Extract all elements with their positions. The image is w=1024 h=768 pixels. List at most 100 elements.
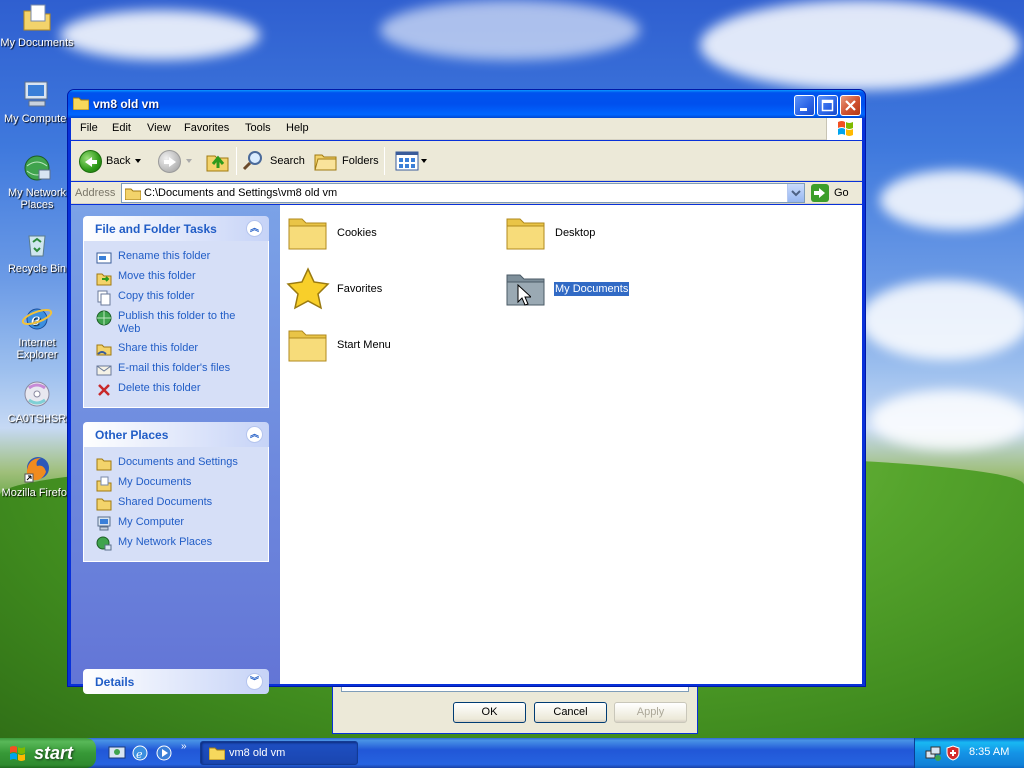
menu-file[interactable]: File — [80, 122, 98, 134]
search-label: Search — [270, 155, 305, 167]
close-icon — [845, 100, 856, 111]
clock[interactable]: 8:35 AM — [969, 746, 1009, 758]
desktop-icon-my-computer[interactable]: My Computer — [0, 78, 74, 125]
show-desktop-icon[interactable] — [108, 744, 126, 762]
task-email-files[interactable]: E-mail this folder's files — [84, 359, 268, 379]
copy-icon — [97, 290, 111, 306]
svg-text:e: e — [136, 748, 143, 761]
folder-item-desktop[interactable]: Desktop — [504, 209, 714, 257]
minimize-icon — [800, 108, 807, 111]
address-dropdown-button[interactable] — [787, 184, 804, 202]
folder-item-my-documents[interactable]: My Documents — [504, 265, 714, 313]
other-places-panel: Other Places ︽ Documents and Settings My… — [83, 422, 269, 562]
go-button[interactable]: Go — [811, 183, 849, 203]
desktop-icon-my-documents[interactable]: My Documents — [0, 2, 74, 49]
item-name: Favorites — [337, 283, 383, 295]
quick-launch-overflow-icon[interactable]: » — [181, 741, 187, 752]
folder-up-icon — [206, 155, 229, 172]
expand-icon[interactable]: ︾ — [246, 673, 263, 690]
panel-title: File and Folder Tasks — [95, 222, 217, 236]
place-my-documents[interactable]: My Documents — [84, 473, 268, 493]
menu-tools[interactable]: Tools — [245, 122, 271, 134]
search-button[interactable]: Search — [242, 147, 305, 175]
folder-item-favorites[interactable]: Favorites — [286, 265, 496, 313]
menu-edit[interactable]: Edit — [112, 122, 131, 134]
menu-help[interactable]: Help — [286, 122, 309, 134]
folder-icon — [125, 188, 141, 200]
place-my-network-places[interactable]: My Network Places — [84, 533, 268, 553]
go-label: Go — [834, 187, 849, 199]
desktop-icon-network-places[interactable]: My Network Places — [0, 152, 74, 211]
windows-flag-icon — [10, 746, 25, 761]
file-folder-tasks-header[interactable]: File and Folder Tasks ︽ — [83, 216, 269, 241]
internet-explorer-icon[interactable]: e — [131, 744, 149, 762]
media-player-icon[interactable] — [155, 744, 173, 762]
desktop-icon-label: My Network Places — [7, 187, 67, 211]
folder-item-cookies[interactable]: Cookies — [286, 209, 496, 257]
desktop-icon-label: My Documents — [0, 37, 74, 49]
up-button[interactable] — [206, 147, 230, 175]
ok-button[interactable]: OK — [453, 702, 526, 723]
security-shield-icon[interactable] — [945, 745, 961, 761]
desktop-icon-cd[interactable]: CA0TSHSR — [0, 378, 74, 425]
task-copy-folder[interactable]: Copy this folder — [84, 287, 268, 307]
other-places-header[interactable]: Other Places ︽ — [83, 422, 269, 447]
desktop-icon-recycle-bin[interactable]: Recycle Bin — [0, 228, 74, 275]
desktop-icon-label: CA0TSHSR — [7, 413, 67, 425]
back-arrow-icon — [79, 149, 102, 173]
place-my-computer[interactable]: My Computer — [84, 513, 268, 533]
address-input[interactable]: C:\Documents and Settings\vm8 old vm — [121, 183, 805, 203]
item-name: Cookies — [337, 227, 377, 239]
maximize-button[interactable] — [817, 95, 838, 116]
title-bar[interactable]: vm8 old vm — [68, 90, 865, 118]
folders-button[interactable]: Folders — [314, 147, 379, 175]
desktop-icon-firefox[interactable]: Mozilla Firefox — [0, 452, 74, 499]
chevron-down-icon — [791, 190, 801, 197]
place-documents-and-settings[interactable]: Documents and Settings — [84, 453, 268, 473]
forward-dropdown-icon[interactable] — [186, 159, 192, 163]
start-label: start — [34, 743, 74, 763]
address-path: C:\Documents and Settings\vm8 old vm — [144, 187, 338, 199]
network-tray-icon[interactable] — [925, 745, 941, 761]
place-shared-documents[interactable]: Shared Documents — [84, 493, 268, 513]
internet-explorer-icon: e — [21, 308, 53, 330]
task-rename-folder[interactable]: Rename this folder — [84, 247, 268, 267]
menu-favorites[interactable]: Favorites — [184, 122, 229, 134]
details-header[interactable]: Details ︾ — [83, 669, 269, 694]
minimize-button[interactable] — [794, 95, 815, 116]
task-share-folder[interactable]: Share this folder — [84, 339, 268, 359]
views-button[interactable] — [395, 147, 427, 175]
file-list: Cookies Desktop Favorites My Documents S… — [280, 205, 862, 684]
rename-icon — [96, 252, 112, 264]
folder-icon — [288, 218, 327, 250]
back-button[interactable]: Back — [79, 147, 142, 175]
collapse-icon[interactable]: ︽ — [246, 426, 263, 443]
system-tray: 8:35 AM — [914, 738, 1024, 768]
network-places-icon — [96, 536, 112, 551]
taskbar-window-button[interactable]: vm8 old vm — [200, 741, 358, 765]
cd-icon — [24, 381, 50, 407]
task-move-folder[interactable]: Move this folder — [84, 267, 268, 287]
toolbar-separator — [236, 147, 237, 175]
folder-item-start-menu[interactable]: Start Menu — [286, 321, 496, 369]
folder-icon — [73, 97, 89, 110]
views-dropdown-icon[interactable] — [421, 159, 427, 163]
desktop-icon-label: Mozilla Firefox — [1, 487, 73, 499]
folder-icon — [96, 458, 112, 471]
close-button[interactable] — [840, 95, 861, 116]
back-dropdown-icon[interactable] — [135, 159, 142, 163]
collapse-icon[interactable]: ︽ — [246, 220, 263, 237]
forward-button[interactable] — [158, 147, 192, 175]
task-delete-folder[interactable]: Delete this folder — [84, 379, 268, 399]
maximize-icon — [821, 99, 834, 112]
menu-view[interactable]: View — [147, 122, 171, 134]
mouse-cursor-icon — [517, 284, 531, 306]
start-button[interactable]: start — [0, 738, 96, 768]
desktop-icon-internet-explorer[interactable]: e Internet Explorer — [0, 302, 74, 361]
apply-button: Apply — [614, 702, 687, 723]
item-name: My Documents — [552, 281, 631, 297]
file-folder-tasks-panel: File and Folder Tasks ︽ Rename this fold… — [83, 216, 269, 408]
delete-icon — [98, 384, 110, 396]
task-publish-folder[interactable]: Publish this folder to the Web — [84, 307, 268, 339]
cancel-button[interactable]: Cancel — [534, 702, 607, 723]
